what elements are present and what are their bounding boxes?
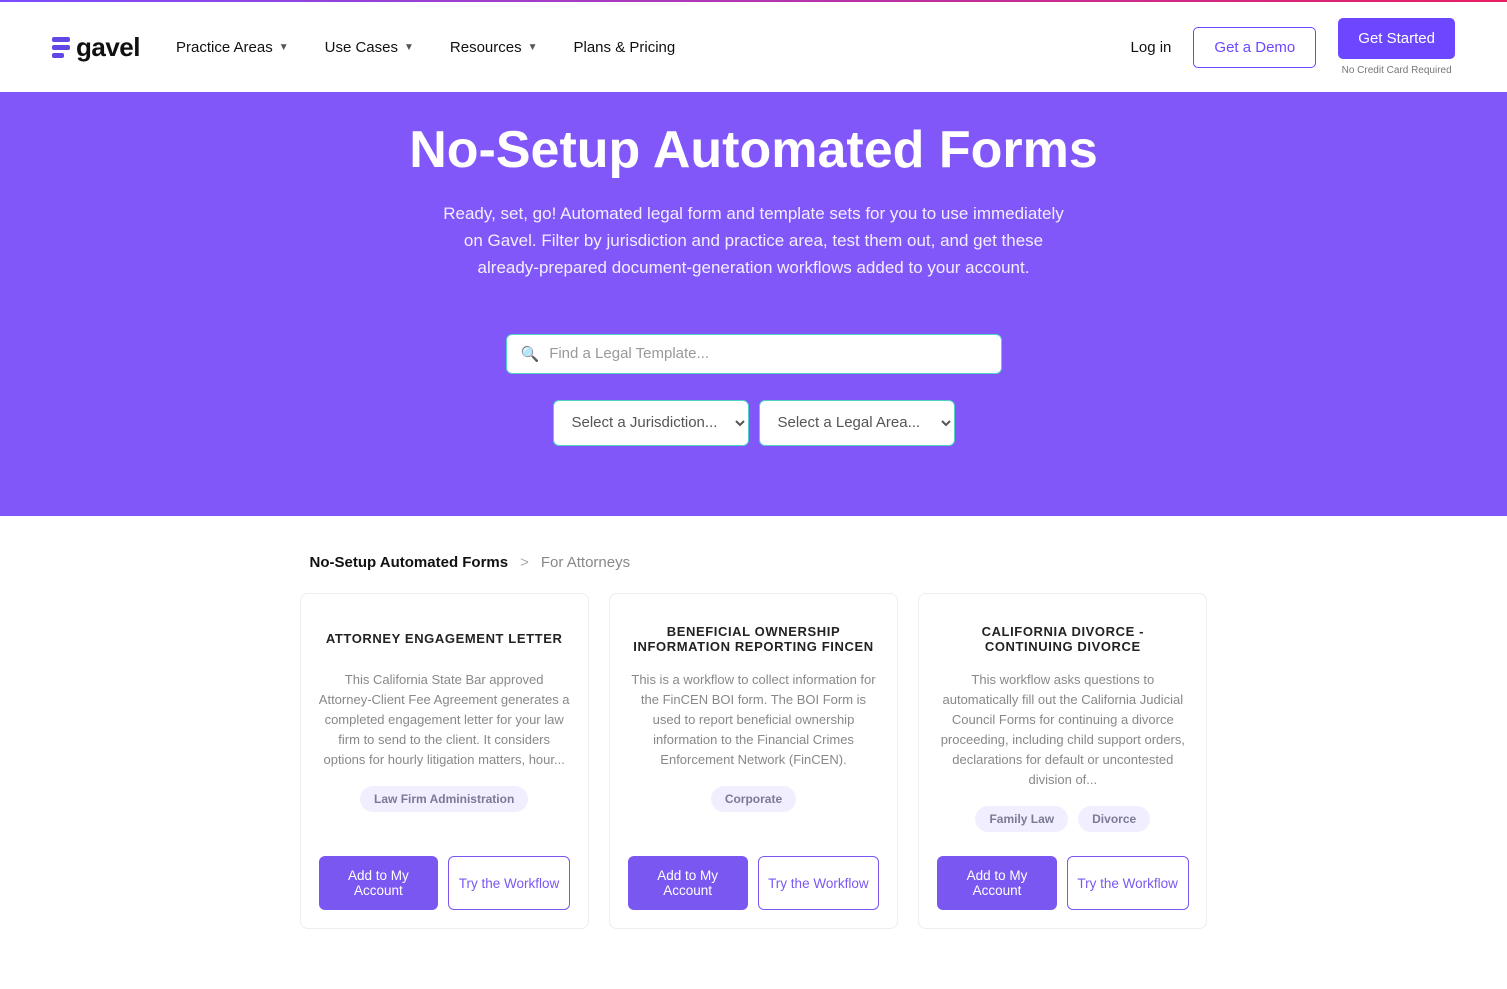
add-to-account-button[interactable]: Add to My Account xyxy=(628,856,748,910)
nav-label: Resources xyxy=(450,39,522,56)
card-tags: Corporate xyxy=(628,786,879,812)
breadcrumb-root[interactable]: No-Setup Automated Forms xyxy=(310,554,509,571)
no-credit-text: No Credit Card Required xyxy=(1342,65,1452,76)
card-actions: Add to My Account Try the Workflow xyxy=(628,856,879,910)
search-wrap: 🔍 xyxy=(20,334,1487,374)
search-box[interactable]: 🔍 xyxy=(506,334,1002,374)
cards-grid: ATTORNEY ENGAGEMENT LETTER This Californ… xyxy=(300,593,1208,930)
template-card: CALIFORNIA DIVORCE - CONTINUING DIVORCE … xyxy=(918,593,1207,930)
breadcrumb-separator: > xyxy=(520,554,529,571)
nav-label: Plans & Pricing xyxy=(574,39,676,56)
card-description: This is a workflow to collect informatio… xyxy=(628,670,879,771)
card-tags: Law Firm Administration xyxy=(319,786,570,812)
content-section: No-Setup Automated Forms > For Attorneys… xyxy=(0,516,1507,989)
add-to-account-button[interactable]: Add to My Account xyxy=(319,856,439,910)
card-title: CALIFORNIA DIVORCE - CONTINUING DIVORCE xyxy=(937,622,1188,656)
legal-area-select[interactable]: Select a Legal Area... xyxy=(759,400,955,446)
try-workflow-button[interactable]: Try the Workflow xyxy=(1067,856,1189,910)
nav-right: Log in Get a Demo Get Started No Credit … xyxy=(1131,18,1455,76)
chevron-down-icon: ▼ xyxy=(404,42,414,53)
tag[interactable]: Divorce xyxy=(1078,806,1150,832)
card-title: BENEFICIAL OWNERSHIP INFORMATION REPORTI… xyxy=(628,622,879,656)
brand-logo[interactable]: gavel xyxy=(52,32,140,63)
nav-use-cases[interactable]: Use Cases ▼ xyxy=(325,39,414,56)
hero-subtitle: Ready, set, go! Automated legal form and… xyxy=(434,200,1074,282)
nav-practice-areas[interactable]: Practice Areas ▼ xyxy=(176,39,289,56)
get-started-wrap: Get Started No Credit Card Required xyxy=(1338,18,1455,76)
card-description: This workflow asks questions to automati… xyxy=(937,670,1188,791)
get-demo-button[interactable]: Get a Demo xyxy=(1193,27,1316,68)
navbar: gavel Practice Areas ▼ Use Cases ▼ Resou… xyxy=(0,2,1507,92)
nav-resources[interactable]: Resources ▼ xyxy=(450,39,538,56)
tag[interactable]: Corporate xyxy=(711,786,796,812)
card-title: ATTORNEY ENGAGEMENT LETTER xyxy=(319,622,570,656)
chevron-down-icon: ▼ xyxy=(528,42,538,53)
hero-section: No-Setup Automated Forms Ready, set, go!… xyxy=(0,92,1507,516)
chevron-down-icon: ▼ xyxy=(279,42,289,53)
add-to-account-button[interactable]: Add to My Account xyxy=(937,856,1057,910)
search-icon: 🔍 xyxy=(521,345,540,363)
jurisdiction-select[interactable]: Select a Jurisdiction... xyxy=(553,400,749,446)
tag[interactable]: Law Firm Administration xyxy=(360,786,528,812)
nav-label: Use Cases xyxy=(325,39,398,56)
filter-selects: Select a Jurisdiction... Select a Legal … xyxy=(20,400,1487,446)
tag[interactable]: Family Law xyxy=(975,806,1068,832)
page-title: No-Setup Automated Forms xyxy=(20,120,1487,180)
card-actions: Add to My Account Try the Workflow xyxy=(319,856,570,910)
nav-plans-pricing[interactable]: Plans & Pricing xyxy=(574,39,676,56)
try-workflow-button[interactable]: Try the Workflow xyxy=(448,856,570,910)
try-workflow-button[interactable]: Try the Workflow xyxy=(758,856,880,910)
get-started-button[interactable]: Get Started xyxy=(1338,18,1455,59)
breadcrumb-current: For Attorneys xyxy=(541,554,630,571)
nav-links: Practice Areas ▼ Use Cases ▼ Resources ▼… xyxy=(176,39,675,56)
template-card: ATTORNEY ENGAGEMENT LETTER This Californ… xyxy=(300,593,589,930)
card-description: This California State Bar approved Attor… xyxy=(319,670,570,771)
search-input[interactable] xyxy=(549,345,986,362)
card-actions: Add to My Account Try the Workflow xyxy=(937,856,1188,910)
logo-icon xyxy=(52,37,70,58)
nav-label: Practice Areas xyxy=(176,39,273,56)
login-link[interactable]: Log in xyxy=(1131,39,1172,56)
template-card: BENEFICIAL OWNERSHIP INFORMATION REPORTI… xyxy=(609,593,898,930)
breadcrumb: No-Setup Automated Forms > For Attorneys xyxy=(300,554,1208,571)
brand-name: gavel xyxy=(76,32,140,63)
card-tags: Family Law Divorce xyxy=(937,806,1188,832)
